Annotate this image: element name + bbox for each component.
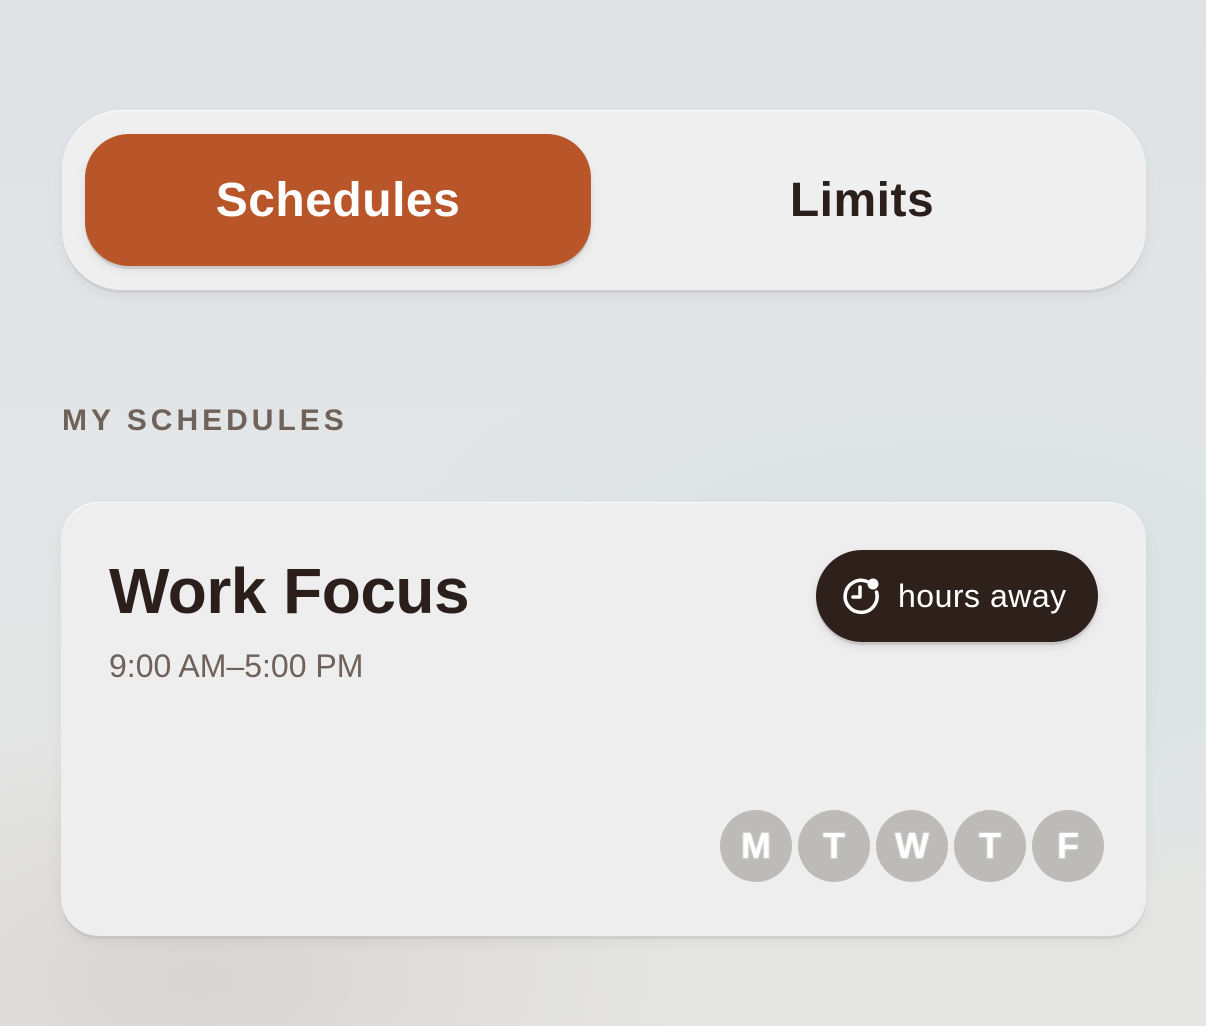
schedule-card-work-focus[interactable]: Work Focus 9:00 AM–5:00 PM hours away M …	[61, 502, 1146, 936]
status-badge: hours away	[816, 550, 1098, 642]
schedule-days: M T W T F	[720, 810, 1104, 882]
status-badge-label: hours away	[898, 577, 1067, 614]
clock-alert-icon	[840, 575, 882, 617]
day-chip-thursday: T	[954, 810, 1026, 882]
day-chip-wednesday: W	[876, 810, 948, 882]
schedule-title: Work Focus	[109, 555, 470, 627]
day-chip-friday: F	[1032, 810, 1104, 882]
schedule-time-range: 9:00 AM–5:00 PM	[109, 648, 364, 684]
tab-schedules[interactable]: Schedules	[85, 134, 591, 266]
tab-limits[interactable]: Limits	[602, 134, 1122, 266]
day-chip-monday: M	[720, 810, 792, 882]
schedules-limits-segmented-control: Schedules Limits	[62, 110, 1146, 290]
day-chip-tuesday: T	[798, 810, 870, 882]
my-schedules-heading: MY SCHEDULES	[62, 404, 348, 437]
